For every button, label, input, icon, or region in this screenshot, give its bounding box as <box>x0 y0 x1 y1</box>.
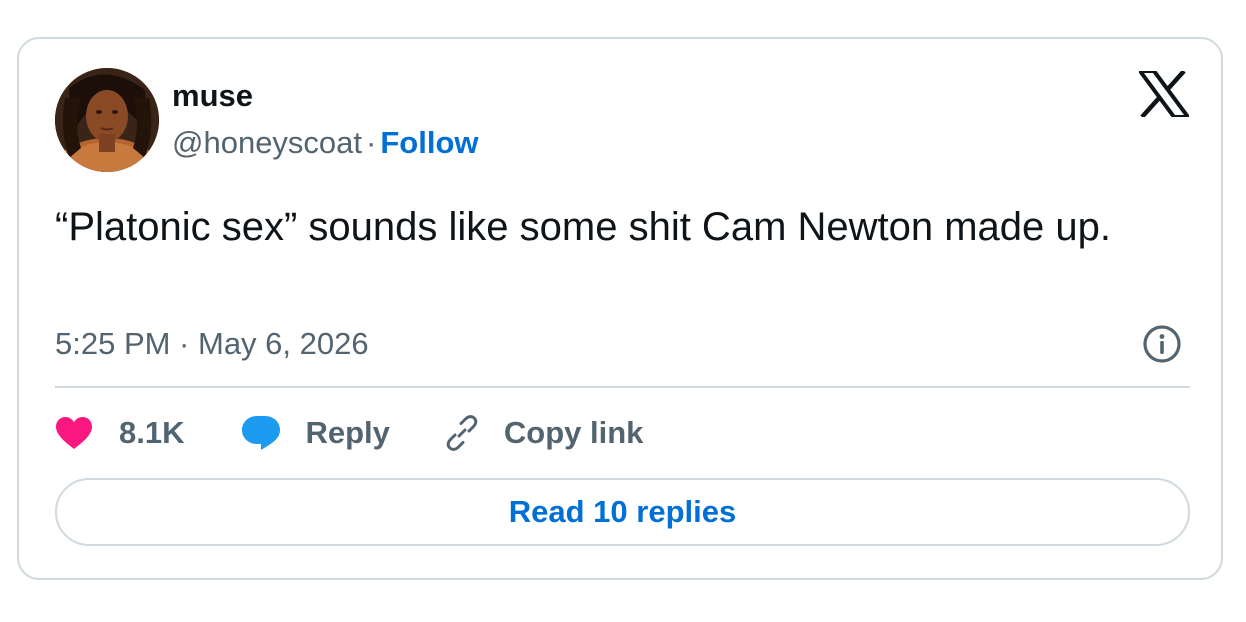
follow-link[interactable]: Follow <box>380 125 478 160</box>
x-logo-icon[interactable] <box>1136 69 1192 119</box>
like-count: 8.1K <box>119 415 185 450</box>
speech-bubble-icon <box>242 416 281 450</box>
tweet-embed-card: muse @honeyscoat · Follow “Platonic sex” s… <box>17 37 1223 580</box>
handle-separator: · <box>366 125 377 160</box>
author-handle[interactable]: @honeyscoat <box>172 125 362 160</box>
author-display-name[interactable]: muse <box>172 78 253 114</box>
info-icon[interactable] <box>1142 324 1182 364</box>
tweet-text: “Platonic sex” sounds like some shit Cam… <box>55 205 1112 249</box>
author-handle-row: @honeyscoat · Follow <box>172 125 479 161</box>
like-button[interactable]: 8.1K <box>55 415 184 451</box>
copy-link-button[interactable]: Copy link <box>444 415 644 451</box>
action-bar: 8.1K Reply Copy link <box>55 411 643 455</box>
read-replies-button[interactable]: Read 10 replies <box>55 478 1190 546</box>
heart-icon <box>56 417 92 449</box>
read-replies-label: Read 10 replies <box>508 494 737 529</box>
divider <box>55 386 1190 388</box>
avatar[interactable] <box>55 68 159 172</box>
reply-button[interactable]: Reply <box>241 415 390 451</box>
reply-label: Reply <box>305 415 390 450</box>
link-icon <box>446 415 478 451</box>
tweet-timestamp[interactable]: 5:25 PM · May 6, 2026 <box>55 326 369 362</box>
copy-link-label: Copy link <box>503 415 644 450</box>
